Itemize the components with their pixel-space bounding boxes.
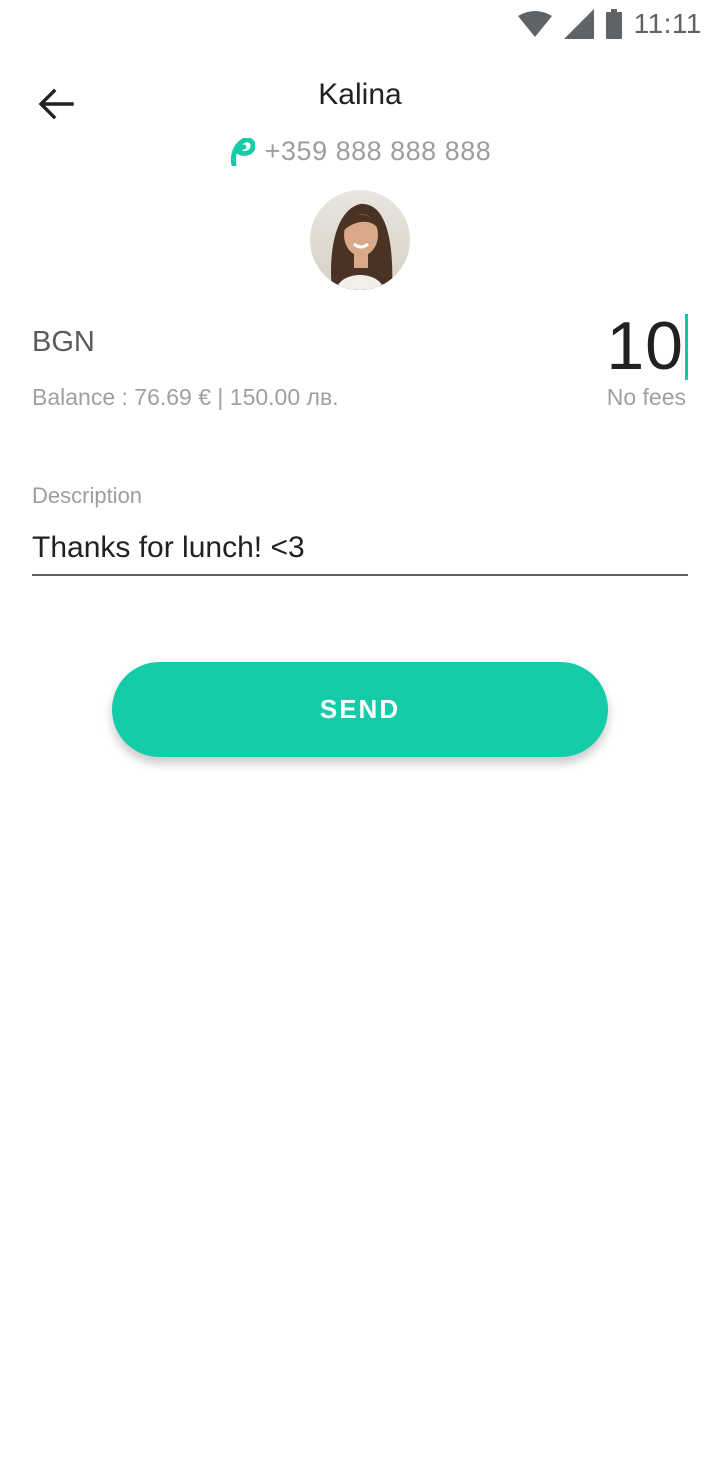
avatar-photo (310, 190, 410, 290)
amount-value[interactable]: 10 (606, 308, 684, 384)
amount-input[interactable]: 10 (606, 308, 688, 384)
cell-signal-icon (563, 9, 594, 39)
currency-label[interactable]: BGN (32, 326, 95, 359)
status-time: 11:11 (633, 8, 702, 39)
phone-number: +359 888 888 888 (264, 136, 492, 166)
status-bar: 11:11 (0, 0, 720, 48)
brand-leaf-icon (230, 137, 255, 166)
wifi-icon (517, 11, 552, 37)
description-label: Description (32, 483, 143, 508)
text-caret (685, 314, 688, 380)
phone-row: +359 888 888 888 (0, 136, 720, 167)
description-input[interactable] (32, 522, 688, 576)
battery-icon (605, 9, 622, 39)
contact-name: Kalina (318, 78, 402, 111)
balance-text: Balance : 76.69 € | 150.00 лв. (32, 384, 339, 410)
send-button[interactable]: SEND (112, 662, 608, 757)
status-icons: 11:11 (517, 8, 702, 39)
fees-text: No fees (606, 384, 686, 410)
avatar (310, 190, 410, 290)
